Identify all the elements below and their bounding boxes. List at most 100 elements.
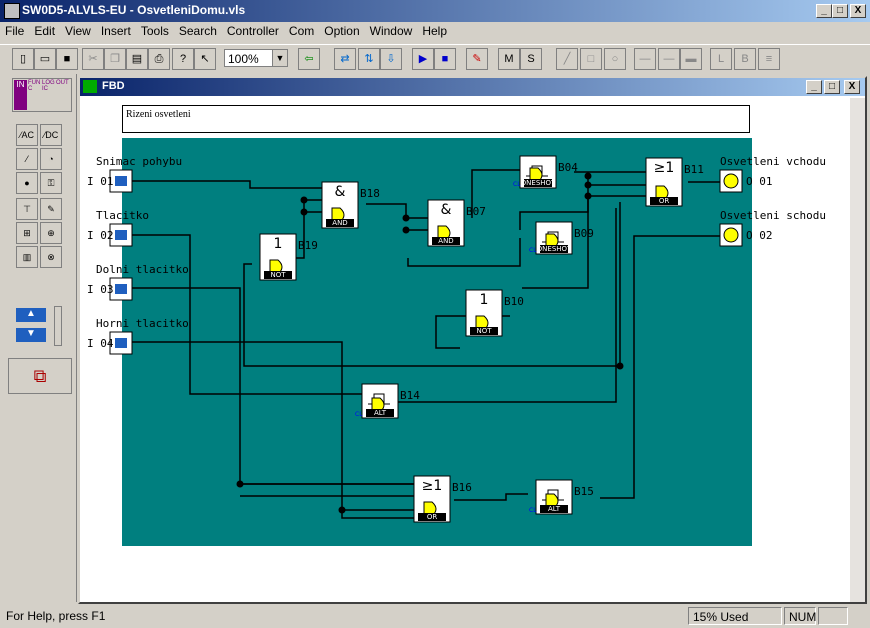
rectangle-icon[interactable]: □ <box>580 48 602 70</box>
menu-window[interactable]: Window <box>365 22 418 40</box>
fbd-maximize-button[interactable]: □ <box>824 80 840 94</box>
align-icon[interactable]: ≡ <box>758 48 780 70</box>
menu-insert[interactable]: Insert <box>96 22 136 40</box>
link-input-icon[interactable]: ⊗ <box>40 246 62 268</box>
status-num: NUM <box>784 607 816 625</box>
block-b07[interactable]: & AND <box>427 199 465 247</box>
menu-tools[interactable]: Tools <box>136 22 174 40</box>
fbd-icon <box>83 80 97 93</box>
edit-input-icon[interactable]: ✎ <box>40 198 62 220</box>
block-b11[interactable]: ≥1 OR <box>645 157 683 207</box>
zoom-select[interactable]: 100% ▼ <box>224 49 288 67</box>
input-id: I 01 <box>87 175 114 188</box>
open-folder-icon[interactable]: ▭ <box>34 48 56 70</box>
arrow-left-icon[interactable]: ⇦ <box>298 48 320 70</box>
block-id: B18 <box>360 187 380 200</box>
transfer-icon[interactable]: ⇄ <box>334 48 356 70</box>
tab-logic[interactable]: LOGIC <box>42 80 55 110</box>
menu-edit[interactable]: Edit <box>29 22 60 40</box>
fbd-minimize-button[interactable]: _ <box>806 80 822 94</box>
monitor-icon[interactable]: ✎ <box>466 48 488 70</box>
block-b09[interactable]: ONESHOT <box>535 221 573 255</box>
maximize-button[interactable]: □ <box>832 4 848 18</box>
tab-in[interactable]: IN <box>14 80 27 110</box>
menu-view[interactable]: View <box>60 22 96 40</box>
chevron-down-icon[interactable]: ▼ <box>272 50 287 66</box>
analog-input-icon[interactable]: ⁄ <box>16 148 38 170</box>
stop-icon[interactable]: ■ <box>434 48 456 70</box>
input-terminal-icon <box>115 338 127 348</box>
menu-controller[interactable]: Controller <box>222 22 284 40</box>
panel-input-icon[interactable]: ▥ <box>16 246 38 268</box>
block-b18[interactable]: & AND <box>321 181 359 229</box>
tab-func[interactable]: FUNC <box>28 80 41 110</box>
block-symbol: & <box>441 202 452 218</box>
copy-icon[interactable]: ❐ <box>104 48 126 70</box>
run-icon[interactable]: ▶ <box>412 48 434 70</box>
junction-dot <box>236 480 244 488</box>
paste-icon[interactable]: ▤ <box>126 48 148 70</box>
block-type: ALT <box>374 409 387 417</box>
input-label: Tlacitko <box>96 209 149 222</box>
block-id: B16 <box>452 481 472 494</box>
save-icon[interactable]: ■ <box>56 48 78 70</box>
toolbar: ▯ ▭ ■ ✂ ❐ ▤ ⎙ ? ↖ 100% ▼ ⇦ ⇄ ⇅ ⇩ ▶ ■ ✎ M … <box>0 44 870 73</box>
block-b19[interactable]: 1 NOT <box>259 233 297 281</box>
gauge-icon[interactable]: ◔ <box>40 148 62 170</box>
dc-input-icon[interactable]: ⁄DC <box>40 124 62 146</box>
fbd-canvas[interactable]: Rizeni osvetleni & AND & AND 1 NOT 1 NOT… <box>80 98 850 602</box>
block-symbol: ≥1 <box>422 478 443 494</box>
key-input-icon[interactable]: ⚿ <box>40 172 62 194</box>
tab-out[interactable]: OUT <box>56 80 69 110</box>
junction-dot <box>584 172 592 180</box>
category-tabs: IN FUNC LOGIC OUT <box>12 78 72 112</box>
rotary-input-icon[interactable]: ⊕ <box>40 222 62 244</box>
junction-dot <box>338 506 346 514</box>
ellipse-icon[interactable]: ○ <box>604 48 626 70</box>
hline-medium-icon[interactable]: — <box>658 48 680 70</box>
m-icon[interactable]: M <box>498 48 520 70</box>
cut-icon[interactable]: ✂ <box>82 48 104 70</box>
print-icon[interactable]: ⎙ <box>148 48 170 70</box>
vertical-scrollbar[interactable] <box>850 98 865 602</box>
scroll-down-icon[interactable]: ▼ <box>16 328 46 342</box>
help-icon[interactable]: ? <box>172 48 194 70</box>
network-icon[interactable]: ⇅ <box>358 48 380 70</box>
minimize-button[interactable]: _ <box>816 4 832 18</box>
palette-slider[interactable] <box>54 306 62 346</box>
button-input-icon[interactable]: ⊞ <box>16 222 38 244</box>
block-b16[interactable]: ≥1 OR <box>413 475 451 523</box>
menu-help[interactable]: Help <box>417 22 452 40</box>
new-file-icon[interactable]: ▯ <box>12 48 34 70</box>
status-bar: For Help, press F1 15% Used NUM <box>0 605 870 628</box>
context-help-icon[interactable]: ↖ <box>194 48 216 70</box>
fbd-close-button[interactable]: X <box>844 80 860 94</box>
ac-input-icon[interactable]: ⁄AC <box>16 124 38 146</box>
block-b04[interactable]: ONESHOT <box>519 155 557 189</box>
block-id: B14 <box>400 389 420 402</box>
border-style-icon[interactable]: B <box>734 48 756 70</box>
input-terminal-icon <box>115 176 127 186</box>
hline-thick-icon[interactable]: ▬ <box>680 48 702 70</box>
block-b14[interactable]: ALT <box>361 383 399 419</box>
title-bar: SW0D5-ALVLS-EU - OsvetleniDomu.vls _ □ X <box>0 0 870 22</box>
hierarchy-icon[interactable]: ⧉ <box>8 358 72 394</box>
hline-thin-icon[interactable]: — <box>634 48 656 70</box>
switch-input-icon[interactable]: ⊤ <box>16 198 38 220</box>
block-b10[interactable]: 1 NOT <box>465 289 503 337</box>
scroll-up-icon[interactable]: ▲ <box>16 308 46 322</box>
menu-search[interactable]: Search <box>174 22 222 40</box>
download-icon[interactable]: ⇩ <box>380 48 402 70</box>
line-icon[interactable]: ╱ <box>556 48 578 70</box>
s-icon[interactable]: S <box>520 48 542 70</box>
menu-com[interactable]: Com <box>284 22 319 40</box>
clear-input-label: CL <box>355 411 363 418</box>
bit-input-icon[interactable]: ● <box>16 172 38 194</box>
clear-input-label: CL <box>529 247 537 254</box>
menu-option[interactable]: Option <box>319 22 364 40</box>
menu-file[interactable]: File <box>0 22 29 40</box>
close-button[interactable]: X <box>850 4 866 18</box>
line-style-icon[interactable]: L <box>710 48 732 70</box>
status-used: 15% Used <box>688 607 782 625</box>
block-b15[interactable]: ALT <box>535 479 573 515</box>
